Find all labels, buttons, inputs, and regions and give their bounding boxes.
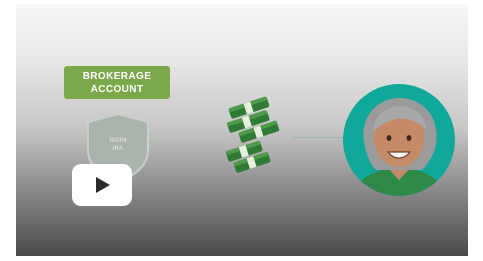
brokerage-account-badge: BROKERAGE ACCOUNT — [64, 66, 170, 99]
connector-line-left — [150, 137, 224, 138]
connector-line-right — [292, 137, 344, 138]
video-thumbnail[interactable]: BROKERAGE ACCOUNT ROTH IRA — [16, 4, 468, 256]
person-avatar-icon — [343, 84, 455, 196]
play-button[interactable] — [72, 164, 132, 206]
shield-label-line-1: ROTH — [109, 138, 127, 144]
shield-label-line-2: IRA — [112, 146, 124, 152]
money-stack-icon — [225, 96, 280, 173]
shield-label: ROTH IRA — [86, 137, 150, 153]
badge-line-2: ACCOUNT — [90, 83, 144, 95]
play-icon — [96, 177, 110, 193]
badge-line-1: BROKERAGE — [82, 70, 152, 82]
